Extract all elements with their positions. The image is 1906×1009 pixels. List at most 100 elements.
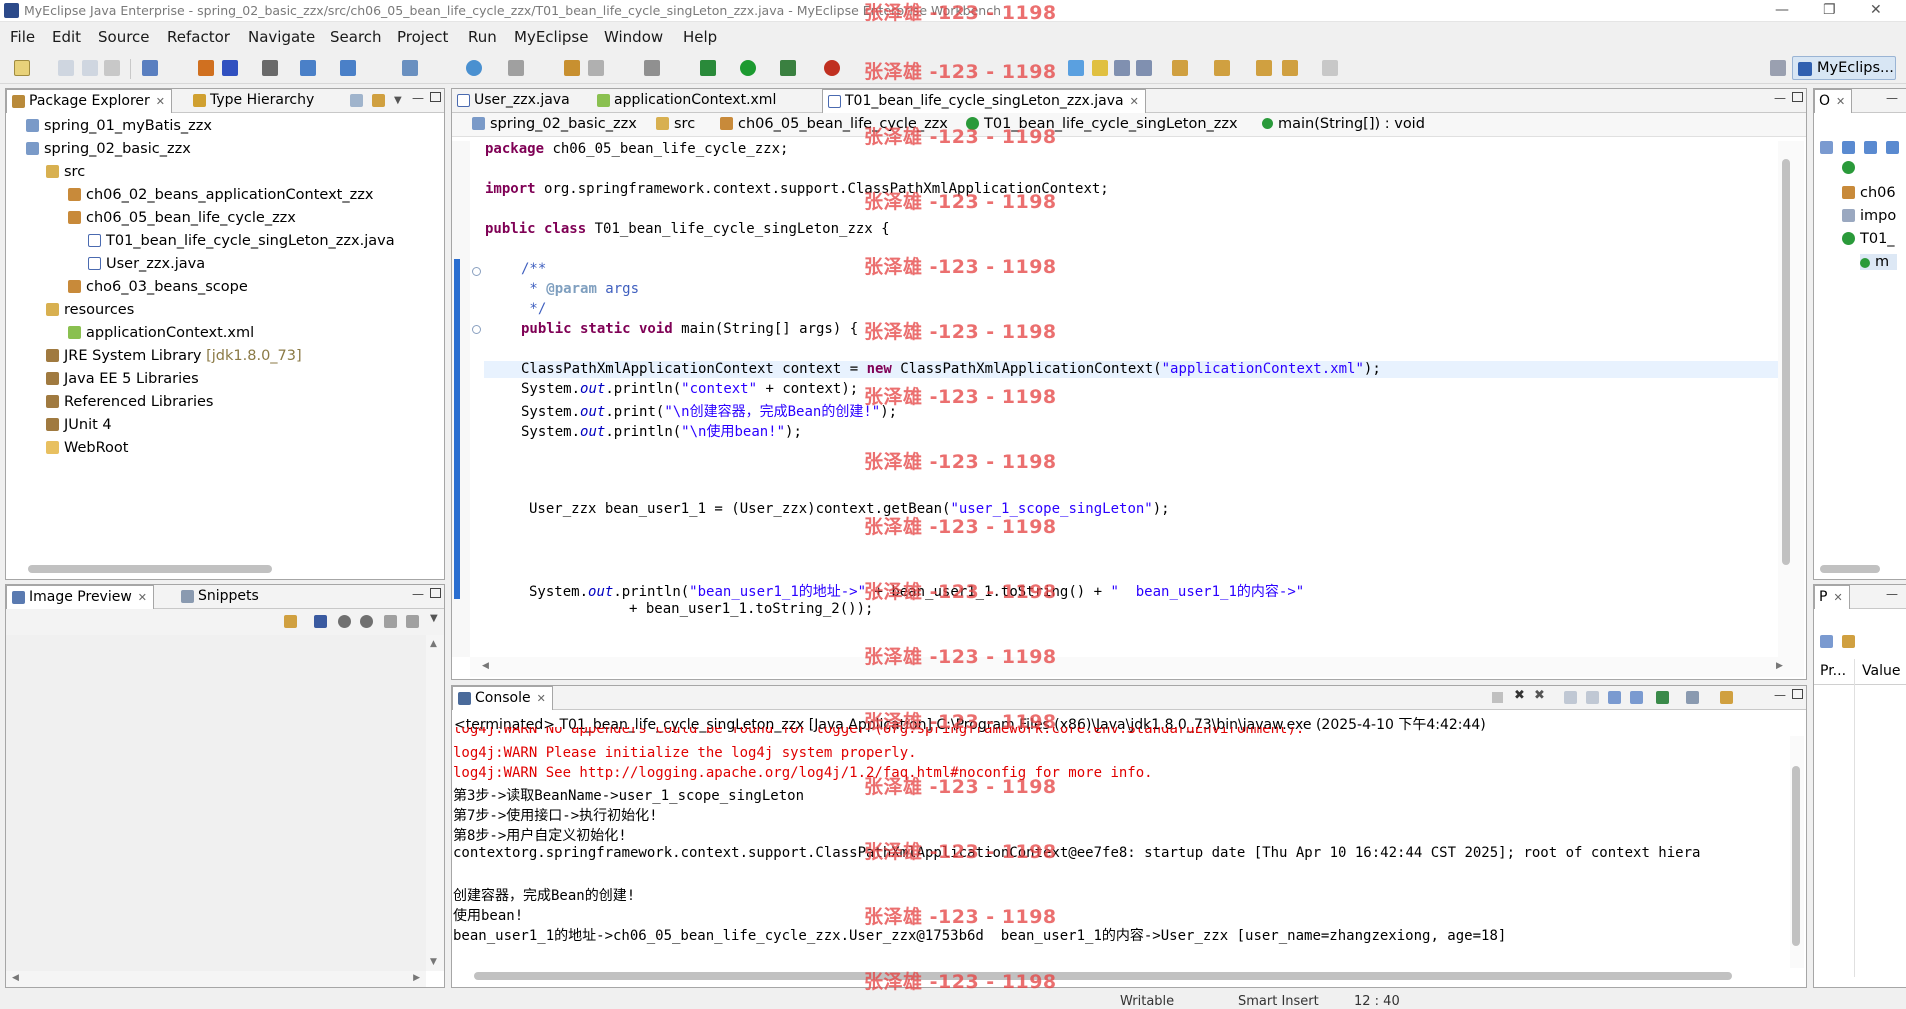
image-preview-hscroll[interactable]: ◀ ▶ <box>6 971 426 987</box>
menu-edit[interactable]: Edit <box>52 28 81 46</box>
fold-toggle-icon[interactable] <box>472 267 481 276</box>
remove-all-icon[interactable]: ✖ <box>1534 688 1547 703</box>
open-console-icon[interactable] <box>1720 691 1733 704</box>
server-icon[interactable] <box>262 60 278 76</box>
build-icon[interactable] <box>564 60 580 76</box>
browser-icon[interactable] <box>466 60 482 76</box>
open-task-icon[interactable] <box>1068 60 1084 76</box>
tree-item-package-1[interactable]: ch06_02_beans_applicationContext_zzx <box>68 187 373 203</box>
tree-item-xml-file[interactable]: applicationContext.xml <box>68 325 254 341</box>
open-resource-icon[interactable] <box>222 60 238 76</box>
code-line[interactable]: + bean_user1_1.toString_2()); <box>629 601 873 617</box>
maximize-view-icon[interactable] <box>430 92 441 102</box>
new-project-icon[interactable] <box>142 60 158 76</box>
tree-item-java-file-1[interactable]: T01_bean_life_cycle_singLeton_zzx.java <box>88 233 395 249</box>
menu-refactor[interactable]: Refactor <box>167 28 230 46</box>
hide-nonpublic-icon[interactable] <box>1886 141 1899 154</box>
close-icon[interactable]: ✕ <box>156 95 165 108</box>
tree-item-package-3[interactable]: cho6_03_beans_scope <box>68 279 248 295</box>
breadcrumb-src[interactable]: src <box>656 116 695 132</box>
print-icon[interactable] <box>104 60 120 76</box>
maximize-view-icon[interactable] <box>1792 689 1803 699</box>
zoom-out-icon[interactable] <box>338 615 351 628</box>
outline-item-method[interactable]: m <box>1860 254 1898 270</box>
minimize-view-icon[interactable]: — <box>412 91 425 105</box>
hide-static-icon[interactable] <box>1864 141 1877 154</box>
remove-launch-icon[interactable]: ✖ <box>1514 688 1527 703</box>
close-icon[interactable]: ✕ <box>1833 591 1842 604</box>
tab-image-preview[interactable]: Image Preview ✕ <box>6 585 155 609</box>
new-icon[interactable] <box>14 60 30 76</box>
tab-type-hierarchy[interactable]: Type Hierarchy <box>188 89 320 113</box>
menu-search[interactable]: Search <box>330 28 382 46</box>
display-console-icon[interactable] <box>1686 691 1699 704</box>
view-menu-icon[interactable]: ▼ <box>394 95 407 108</box>
fit-icon[interactable] <box>314 615 327 628</box>
minimize-view-icon[interactable]: — <box>412 587 425 601</box>
close-icon[interactable]: ✕ <box>138 591 147 604</box>
tree-item-package-2[interactable]: ch06_05_bean_life_cycle_zzx <box>68 210 296 226</box>
outline-item-class[interactable]: T01_ <box>1842 231 1895 247</box>
menu-myeclipse[interactable]: MyEclipse <box>514 28 588 46</box>
tree-item-webroot[interactable]: WebRoot <box>46 440 128 456</box>
tree-item-project-2[interactable]: spring_02_basic_zzx <box>26 141 191 157</box>
code-line[interactable]: /** <box>521 261 546 277</box>
filter-icon[interactable] <box>1842 635 1855 648</box>
console-vscroll-thumb[interactable] <box>1792 766 1800 946</box>
minimize-icon[interactable]: — <box>1775 2 1789 18</box>
tab-application-context-xml[interactable]: applicationContext.xml <box>592 89 782 113</box>
outline-item-imports[interactable]: impo <box>1842 208 1896 224</box>
outline-hscroll[interactable] <box>1820 565 1880 573</box>
tab-console[interactable]: Console ✕ <box>452 686 553 710</box>
open-type-icon[interactable] <box>198 60 214 76</box>
menu-run[interactable]: Run <box>468 28 497 46</box>
forward-icon[interactable] <box>1322 60 1338 76</box>
maximize-view-icon[interactable] <box>430 588 441 598</box>
fold-toggle-icon[interactable] <box>472 325 481 334</box>
mark-occurrences-icon[interactable] <box>1092 60 1108 76</box>
tree-item-project-1[interactable]: spring_01_myBatis_zzx <box>26 118 212 134</box>
minimize-view-icon[interactable]: — <box>1774 91 1787 105</box>
tree-item-jre-library[interactable]: JRE System Library [jdk1.8.0_73] <box>46 348 302 364</box>
web-icon[interactable] <box>402 60 418 76</box>
save-icon[interactable] <box>58 60 74 76</box>
code-line[interactable]: ClassPathXmlApplicationContext context =… <box>521 361 1381 377</box>
deploy-icon[interactable] <box>300 60 316 76</box>
refresh-icon[interactable] <box>284 615 297 628</box>
actual-size-icon[interactable] <box>384 615 397 628</box>
code-line[interactable]: package ch06_05_bean_life_cycle_zzx; <box>485 141 788 157</box>
clear-console-icon[interactable] <box>1564 691 1577 704</box>
code-line[interactable]: System.out.println("context" + context); <box>521 381 858 397</box>
close-icon[interactable]: ✕ <box>1130 95 1139 108</box>
maximize-view-icon[interactable] <box>1792 92 1803 102</box>
hide-fields-icon[interactable] <box>1842 141 1855 154</box>
menu-window[interactable]: Window <box>604 28 663 46</box>
tab-properties[interactable]: P ✕ <box>1814 585 1850 609</box>
code-line[interactable]: * @param args <box>521 281 639 297</box>
categories-icon[interactable] <box>1820 635 1833 648</box>
tree-item-resources[interactable]: resources <box>46 302 134 318</box>
tab-user-zzx-java[interactable]: User_zzx.java <box>452 89 576 113</box>
code-line[interactable]: System.out.println("\n使用bean!"); <box>521 421 802 441</box>
run-icon[interactable] <box>740 60 756 76</box>
tree-item-referenced-libraries[interactable]: Referenced Libraries <box>46 394 213 410</box>
minimize-view-icon[interactable]: — <box>1886 587 1899 601</box>
menu-project[interactable]: Project <box>397 28 448 46</box>
menu-help[interactable]: Help <box>683 28 717 46</box>
external-tools-icon[interactable] <box>644 60 660 76</box>
show-whitespace-icon[interactable] <box>1136 60 1152 76</box>
tree-item-java-file-2[interactable]: User_zzx.java <box>88 256 205 272</box>
code-line[interactable]: public static void main(String[] args) { <box>521 321 858 337</box>
scroll-lock-icon[interactable] <box>1586 691 1599 704</box>
breadcrumb-method[interactable]: main(String[]) : void <box>1262 116 1425 132</box>
run-coverage-icon[interactable] <box>780 60 796 76</box>
prev-annotation-icon[interactable] <box>1214 60 1230 76</box>
run-external-icon[interactable] <box>824 60 840 76</box>
task-icon[interactable] <box>508 60 524 76</box>
code-line[interactable]: public class T01_bean_life_cycle_singLet… <box>485 221 890 237</box>
tree-item-junit[interactable]: JUnit 4 <box>46 417 112 433</box>
last-edit-icon[interactable] <box>1256 60 1272 76</box>
menu-file[interactable]: File <box>10 28 35 46</box>
menu-navigate[interactable]: Navigate <box>248 28 315 46</box>
breadcrumb-project[interactable]: spring_02_basic_zzx <box>472 116 637 132</box>
